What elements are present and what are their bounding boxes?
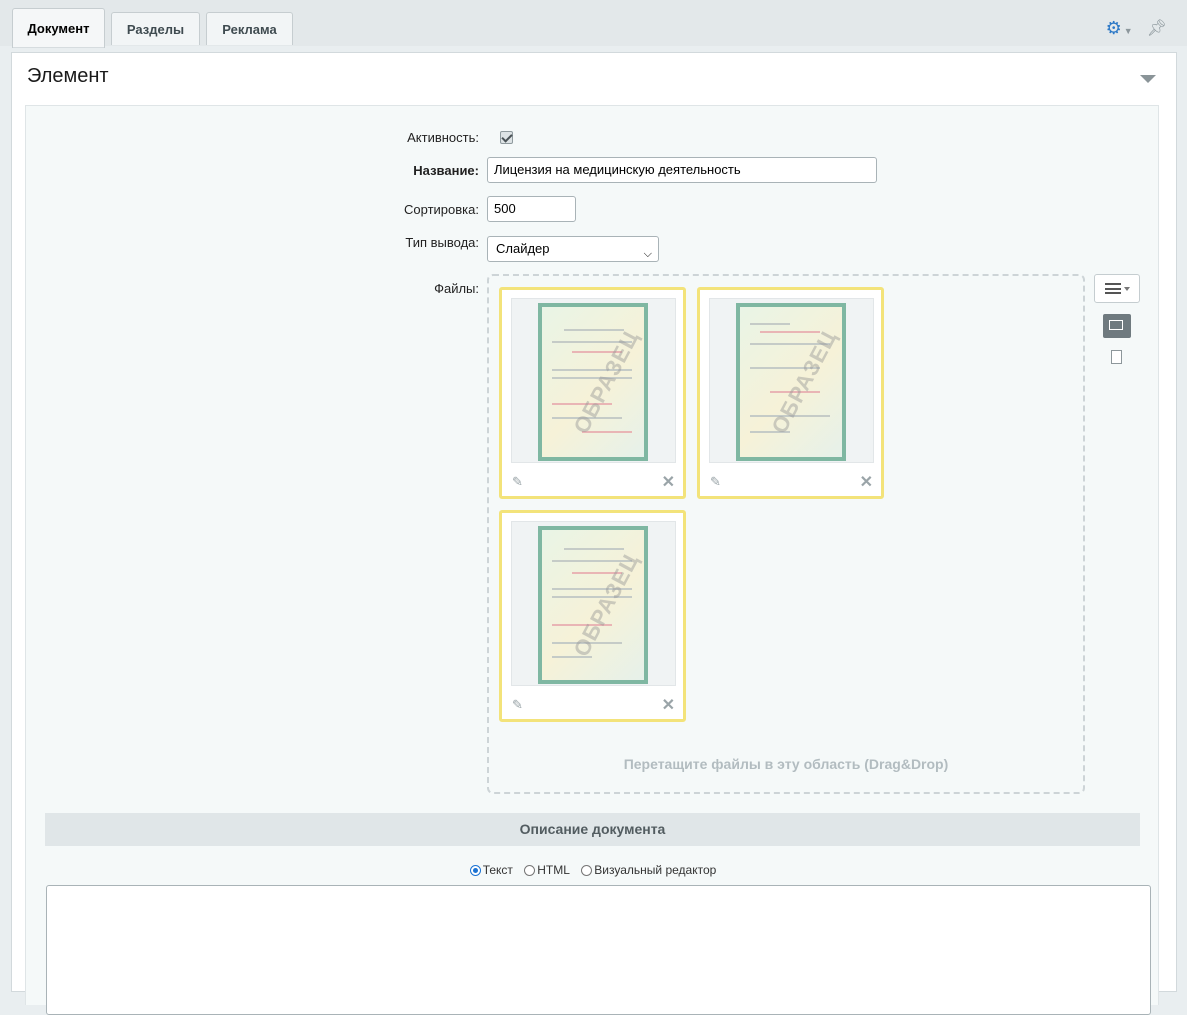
sort-input[interactable]: 500 [487,196,576,222]
active-label: Активность: [407,130,479,145]
description-textarea[interactable] [46,885,1151,1015]
file-dropzone[interactable]: ОБРАЗЕЦ ✎ ✕ ОБРАЗЕЦ ✎ ✕ ОБРАЗЕЦ ✎ ✕ Пере… [487,274,1085,794]
active-checkbox[interactable] [500,131,513,144]
file-preview: ОБРАЗЕЦ [511,298,676,463]
name-label: Название: [413,163,479,178]
radio-selected [469,864,481,876]
name-input[interactable]: Лицензия на медицинскую деятельность [487,157,877,183]
close-icon[interactable]: ✕ [662,695,675,715]
license-image: ОБРАЗЕЦ [538,526,648,684]
section-title: Элемент [27,65,109,87]
display-type-value: Слайдер [496,241,550,256]
main-panel: Элемент Активность: Название: Лицензия н… [11,52,1177,1015]
mode-text[interactable]: Текст [469,863,513,877]
image-view-icon[interactable] [1103,314,1131,338]
close-icon[interactable]: ✕ [860,472,873,492]
chevron-down-icon [1123,286,1130,291]
tab-tools: ⚙ ▼ 📌︎ [1106,18,1167,38]
close-icon[interactable]: ✕ [662,472,675,492]
pencil-icon[interactable]: ✎ [512,474,523,490]
settings-button[interactable]: ⚙ ▼ [1106,19,1133,37]
view-menu-button[interactable] [1094,274,1140,303]
pin-icon[interactable]: 📌︎ [1147,18,1167,38]
tab-sections[interactable]: Разделы [111,12,200,45]
radio [581,864,593,876]
form-area: Активность: Название: Лицензия на медици… [25,105,1160,1015]
license-image: ОБРАЗЕЦ [538,303,648,461]
file-thumb[interactable]: ОБРАЗЕЦ ✎ ✕ [697,287,884,499]
tab-bar: Документ Разделы Реклама ⚙ ▼ 📌︎ [0,0,1187,48]
collapse-icon[interactable] [1140,75,1156,83]
tab-document[interactable]: Документ [12,8,105,48]
file-preview: ОБРАЗЕЦ [511,521,676,686]
radio [524,864,536,876]
display-type-select[interactable]: Слайдер ⌵ [487,236,659,262]
chevron-down-icon: ⌵ [643,248,652,260]
file-thumb[interactable]: ОБРАЗЕЦ ✎ ✕ [499,287,686,499]
tab-ads[interactable]: Реклама [206,12,293,45]
mode-html-label: HTML [537,863,570,877]
watermark-text: ОБРАЗЕЦ [568,548,644,661]
dropzone-hint: Перетащите файлы в эту область (Drag&Dro… [623,756,949,772]
file-thumb[interactable]: ОБРАЗЕЦ ✎ ✕ [499,510,686,722]
chevron-down-icon: ▼ [1123,26,1133,36]
mode-text-label: Текст [482,863,513,877]
description-header: Описание документа [45,813,1140,846]
file-view-icon[interactable] [1111,350,1122,364]
file-preview: ОБРАЗЕЦ [709,298,874,463]
menu-icon [1104,283,1121,294]
mode-visual[interactable]: Визуальный редактор [581,863,716,877]
pencil-icon[interactable]: ✎ [512,697,523,713]
license-image: ОБРАЗЕЦ [736,303,846,461]
files-label: Файлы: [434,281,479,296]
gear-icon: ⚙ [1105,18,1122,38]
editor-mode-switch: Текст HTML Визуальный редактор [26,863,1160,879]
display-type-label: Тип вывода: [405,235,479,250]
pencil-icon[interactable]: ✎ [710,474,721,490]
mode-visual-label: Визуальный редактор [594,863,717,877]
mode-html[interactable]: HTML [524,863,570,877]
sort-label: Сортировка: [404,202,479,217]
